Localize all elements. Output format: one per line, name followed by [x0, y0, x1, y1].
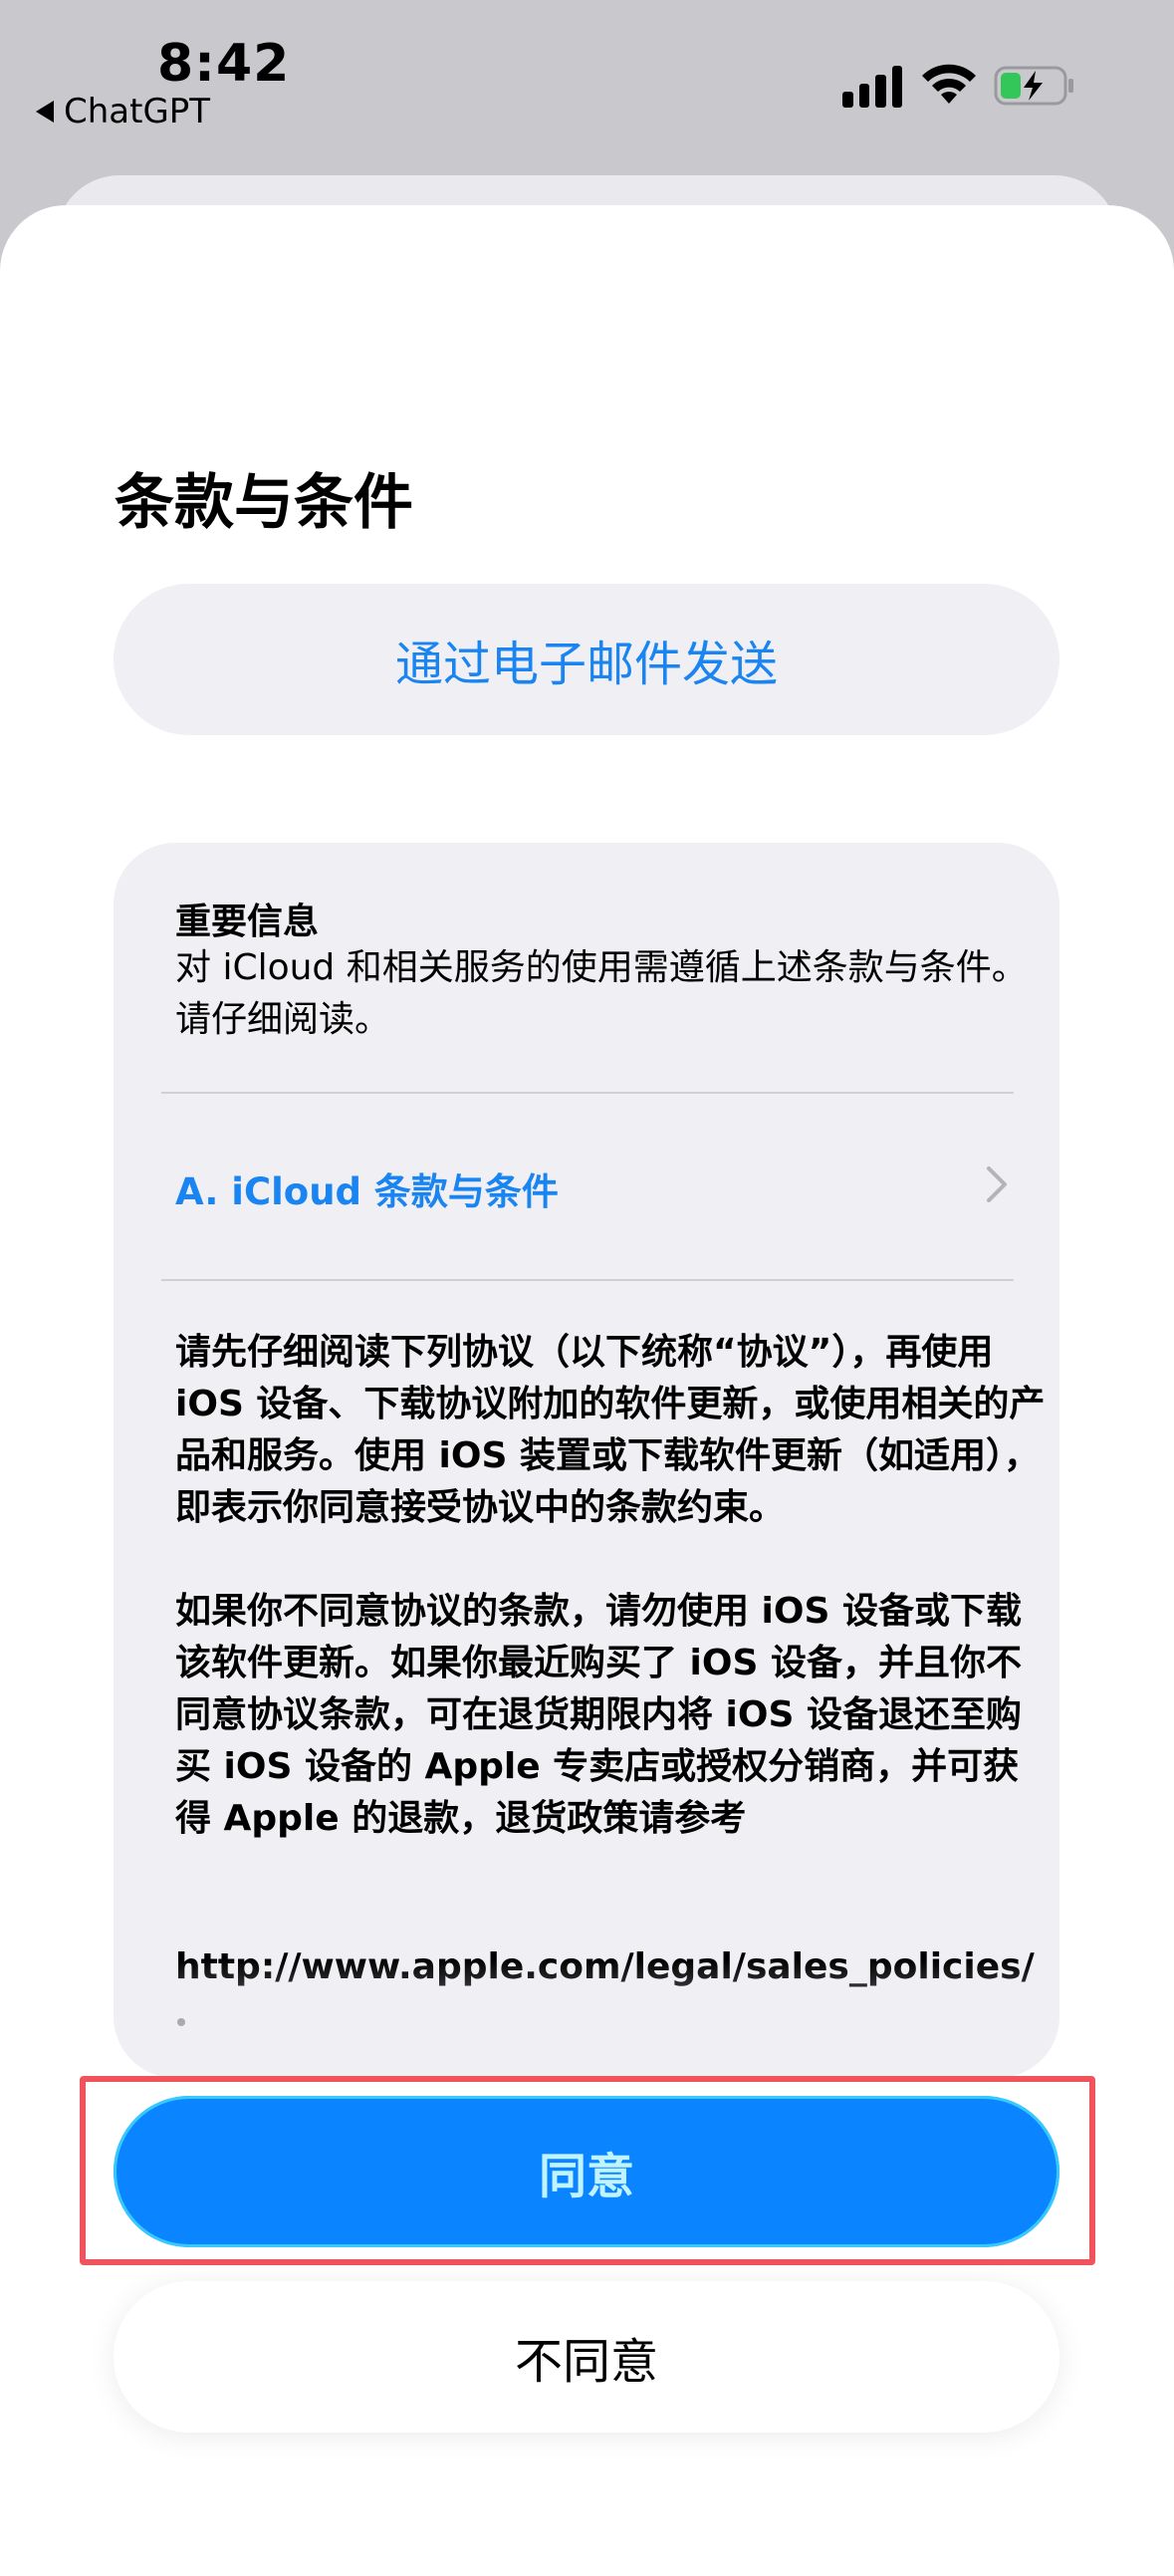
- send-by-email-button[interactable]: 通过电子邮件发送: [114, 584, 1059, 735]
- icloud-terms-link[interactable]: A. iCloud 条款与条件: [175, 1161, 559, 1215]
- page-title: 条款与条件: [115, 468, 413, 538]
- info-heading: 重要信息: [175, 902, 320, 942]
- status-bar: 8:42 ChatGPT: [0, 0, 1174, 169]
- disagree-button[interactable]: 不同意: [114, 2281, 1059, 2433]
- battery-charging-icon: [994, 66, 1073, 106]
- terms-body: 请先仔细阅读下列协议（以下统称“协议”），再使用 iOS 设备、下载协议附加的软…: [175, 1327, 1052, 1897]
- terms-card[interactable]: 重要信息 对 iCloud 和相关服务的使用需遵循上述条款与条件。请仔细阅读。 …: [114, 843, 1059, 2078]
- status-time: 8:42: [157, 34, 291, 94]
- back-arrow-icon: [36, 101, 54, 123]
- divider: [161, 1279, 1014, 1281]
- signal-icon: [842, 60, 902, 108]
- back-app-label: ChatGPT: [64, 92, 211, 131]
- terms-paragraph: 请先仔细阅读下列协议（以下统称“协议”），再使用 iOS 设备、下载协议附加的软…: [175, 1332, 1046, 1528]
- wifi-icon: [922, 64, 976, 104]
- chevron-right-icon[interactable]: [986, 1165, 1008, 1203]
- divider: [161, 1092, 1014, 1094]
- info-text: 对 iCloud 和相关服务的使用需遵循上述条款与条件。请仔细阅读。: [175, 947, 1028, 1040]
- agree-button[interactable]: 同意: [114, 2096, 1059, 2247]
- scroll-fade: [114, 1958, 1059, 2078]
- back-to-app-link[interactable]: ChatGPT: [36, 92, 210, 131]
- period-mark: [177, 2018, 185, 2026]
- terms-paragraph: 如果你不同意协议的条款，请勿使用 iOS 设备或下载该软件更新。如果你最近购买了…: [175, 1591, 1022, 1839]
